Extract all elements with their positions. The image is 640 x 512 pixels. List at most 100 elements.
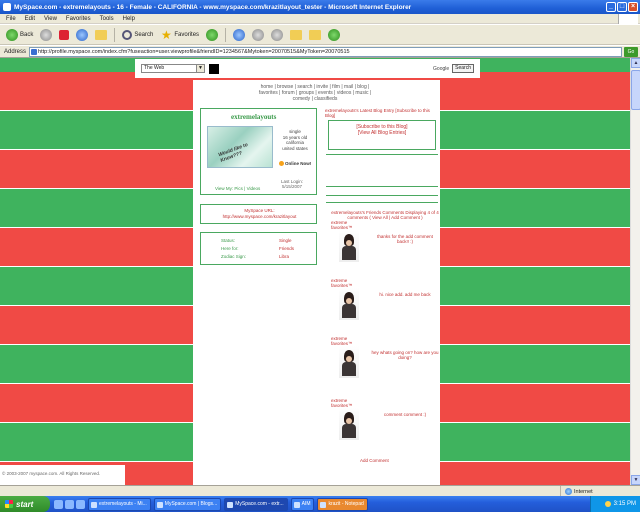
folder-button[interactable] <box>288 27 304 43</box>
page-viewport: The Web ▼ Google Search home | browse | … <box>0 58 630 485</box>
taskbar: start extremelayouts - Mi... MySpace.com… <box>0 496 640 512</box>
discuss-button[interactable] <box>307 27 323 43</box>
search-scope-select[interactable]: The Web ▼ <box>141 64 205 73</box>
search-button[interactable]: Search <box>120 27 155 43</box>
view-all-blog-link[interactable]: [View All Blog Entries] <box>329 130 435 136</box>
window-controls: _ □ × <box>606 2 638 12</box>
quick-launch-icon[interactable] <box>54 499 63 509</box>
folder-icon <box>290 29 303 40</box>
toolbar: Back Search ★ Favorites <box>0 25 640 45</box>
commenter-name[interactable]: extreme favorites™ <box>331 336 365 346</box>
vertical-scrollbar[interactable]: ▲ ▼ <box>630 58 640 485</box>
home-button[interactable] <box>93 27 109 43</box>
profile-picture[interactable]: Would like to Know??? <box>207 126 273 168</box>
window-title: MySpace.com - extremelayouts - 16 - Fema… <box>14 3 412 11</box>
start-button[interactable]: start <box>0 496 50 512</box>
discuss-icon <box>309 29 322 40</box>
details-box: Status: Single Here for: Friends Zodiac … <box>200 232 317 265</box>
ie-icon <box>3 3 11 11</box>
last-login: Last Login: 5/15/2007 <box>281 179 303 189</box>
back-label: Back <box>20 31 34 38</box>
menu-file[interactable]: File <box>6 16 16 22</box>
profile-name: extremelayouts <box>231 113 277 121</box>
window-titlebar: MySpace.com - extremelayouts - 16 - Fema… <box>0 0 640 14</box>
scroll-thumb[interactable] <box>631 70 640 110</box>
commenter-avatar[interactable] <box>339 408 359 440</box>
taskbar-task-active[interactable]: MySpace.com - extr... <box>224 497 288 511</box>
online-status: Online Now! <box>279 161 311 166</box>
search-submit-button[interactable]: Search <box>452 64 474 73</box>
url-text: MySpace URL: http://www.myspace.com/kraz… <box>201 208 318 219</box>
windows-logo-icon <box>618 14 638 24</box>
commenter-avatar[interactable] <box>339 288 359 320</box>
edit-button[interactable] <box>269 27 285 43</box>
menu-view[interactable]: View <box>44 16 57 22</box>
comment-item: extreme favorites™ thanks for the add co… <box>331 220 439 266</box>
menu-tools[interactable]: Tools <box>100 16 114 22</box>
blurbs-box <box>326 154 438 187</box>
start-label: start <box>16 499 34 509</box>
quick-launch <box>54 499 85 509</box>
detail-value: Libra <box>279 254 290 259</box>
comments-header[interactable]: extremelayouts's Friends Comments Displa… <box>331 210 439 220</box>
taskbar-task[interactable]: krazit - Notepad <box>317 497 368 511</box>
commenter-name[interactable]: extreme favorites™ <box>331 220 365 230</box>
comment-text: thanks for the add comment back!! :) <box>377 234 433 244</box>
maximize-icon[interactable]: □ <box>617 2 627 12</box>
commenter-avatar[interactable] <box>339 230 359 262</box>
commenter-avatar[interactable] <box>339 346 359 378</box>
taskbar-task[interactable]: AIM <box>290 497 315 511</box>
profile-box: extremelayouts Would like to Know??? sin… <box>200 108 317 195</box>
stop-button[interactable] <box>57 27 71 43</box>
url-link[interactable]: http://www.myspace.com/krazitlayout <box>201 214 318 220</box>
system-tray: 3:15 PM <box>590 496 640 512</box>
address-label: Address <box>4 48 27 55</box>
quick-launch-icon[interactable] <box>65 499 74 509</box>
status-bar: Internet <box>0 485 640 497</box>
forward-button[interactable] <box>38 27 54 43</box>
commenter-name[interactable]: extreme favorites™ <box>331 398 365 408</box>
footer-copyright: © 2003-2007 myspace.com. All Rights Rese… <box>0 465 125 485</box>
favorites-button[interactable]: ★ Favorites <box>158 27 201 43</box>
comment-item: extreme favorites™ hi. nice add. add me … <box>331 278 439 324</box>
address-input[interactable]: http://profile.myspace.com/index.cfm?fus… <box>29 46 622 57</box>
detail-value: Friends <box>279 246 295 251</box>
back-arrow-icon <box>6 28 18 41</box>
history-button[interactable] <box>204 27 220 43</box>
star-icon: ★ <box>160 27 172 42</box>
taskbar-task[interactable]: MySpace.com | Blogs... <box>153 497 222 511</box>
search-scope-value: The Web <box>144 65 165 71</box>
search-icon <box>122 29 133 40</box>
commenter-name[interactable]: extreme favorites™ <box>331 278 365 288</box>
profile-info: single 16 years old california united st… <box>275 129 315 151</box>
mail-button[interactable] <box>231 27 247 43</box>
print-button[interactable] <box>250 27 266 43</box>
windows-flag-icon <box>5 500 13 508</box>
black-square <box>209 63 219 74</box>
go-button[interactable]: Go <box>624 47 638 57</box>
view-my-links[interactable]: View My: Pics | Videos <box>215 186 260 191</box>
online-label: Online Now! <box>285 161 312 166</box>
close-icon[interactable]: × <box>628 2 638 12</box>
menu-help[interactable]: Help <box>123 16 135 22</box>
globe-icon <box>565 488 572 495</box>
back-button[interactable]: Back <box>4 27 35 43</box>
profile-picture-text: Would like to Know??? <box>217 141 249 164</box>
comment-text: hey whats going on? how are you doing? <box>371 350 439 360</box>
blog-links: [Subscribe to this Blog] [View All Blog … <box>328 120 436 150</box>
quick-launch-icon[interactable] <box>76 499 85 509</box>
refresh-button[interactable] <box>74 27 90 43</box>
scroll-down-icon[interactable]: ▼ <box>631 475 640 485</box>
nav-links[interactable]: home | browse | search | invite | film |… <box>255 84 375 102</box>
tray-icon[interactable] <box>604 501 611 507</box>
menu-bar: File Edit View Favorites Tools Help <box>0 14 640 24</box>
menu-favorites[interactable]: Favorites <box>66 16 91 22</box>
scroll-up-icon[interactable]: ▲ <box>631 58 640 68</box>
taskbar-task[interactable]: extremelayouts - Mi... <box>88 497 151 511</box>
minimize-icon[interactable]: _ <box>606 2 616 12</box>
add-comment-link[interactable]: Add Comment <box>360 458 389 463</box>
messenger-icon <box>328 28 341 41</box>
menu-edit[interactable]: Edit <box>25 16 35 22</box>
messenger-button[interactable] <box>326 27 342 43</box>
toolbar-separator <box>225 27 227 42</box>
